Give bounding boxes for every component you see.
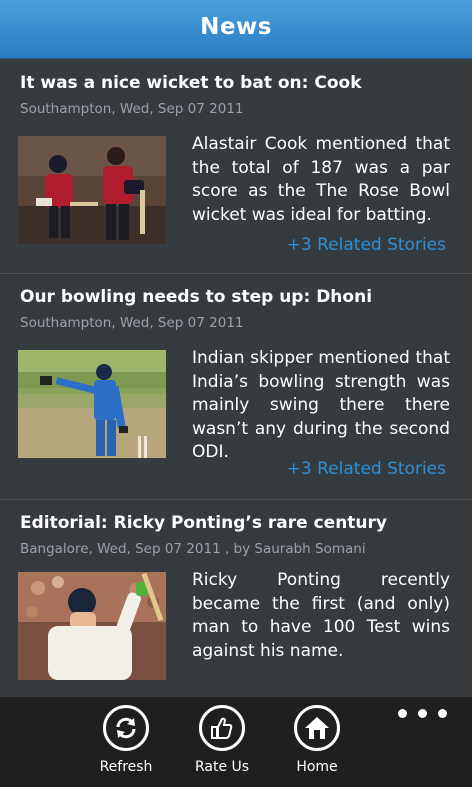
- news-feed[interactable]: It was a nice wicket to bat on: Cook Sou…: [0, 59, 472, 697]
- article-thumbnail[interactable]: [18, 572, 166, 680]
- article-title[interactable]: It was a nice wicket to bat on: Cook: [20, 73, 460, 93]
- article-summary: Ricky Ponting recently became the first …: [192, 570, 450, 661]
- ellipsis-icon[interactable]: [396, 709, 456, 721]
- related-stories-link[interactable]: +3 Related Stories: [287, 235, 446, 255]
- article-card[interactable]: Editorial: Ricky Ponting’s rare century …: [0, 499, 472, 697]
- refresh-button[interactable]: Refresh: [86, 705, 166, 775]
- article-summary: Alastair Cook mentioned that the total o…: [192, 134, 450, 225]
- home-label: Home: [296, 759, 338, 775]
- article-card[interactable]: Our bowling needs to step up: Dhoni Sout…: [0, 273, 472, 499]
- refresh-label: Refresh: [99, 759, 153, 775]
- article-title[interactable]: Editorial: Ricky Ponting’s rare century: [20, 513, 460, 533]
- related-stories-link[interactable]: +3 Related Stories: [287, 459, 446, 479]
- home-button[interactable]: Home: [277, 705, 357, 775]
- article-meta: Southampton, Wed, Sep 07 2011: [20, 315, 244, 331]
- article-summary: Indian skipper mentioned that India’s bo…: [192, 348, 450, 462]
- thumbs-up-icon: [199, 705, 245, 751]
- article-thumbnail[interactable]: [18, 136, 166, 244]
- article-title[interactable]: Our bowling needs to step up: Dhoni: [20, 287, 460, 307]
- home-icon: [294, 705, 340, 751]
- article-meta: Bangalore, Wed, Sep 07 2011 , by Saurabh…: [20, 541, 366, 557]
- rate-us-button[interactable]: Rate Us: [182, 705, 262, 775]
- article-meta: Southampton, Wed, Sep 07 2011: [20, 101, 244, 117]
- article-thumbnail[interactable]: [18, 350, 166, 458]
- article-card[interactable]: It was a nice wicket to bat on: Cook Sou…: [0, 59, 472, 273]
- header-bar: News: [0, 0, 472, 59]
- page-title: News: [200, 14, 272, 40]
- rate-us-label: Rate Us: [194, 759, 250, 775]
- refresh-icon: [103, 705, 149, 751]
- application-bar: Refresh Rate Us Home: [0, 697, 472, 787]
